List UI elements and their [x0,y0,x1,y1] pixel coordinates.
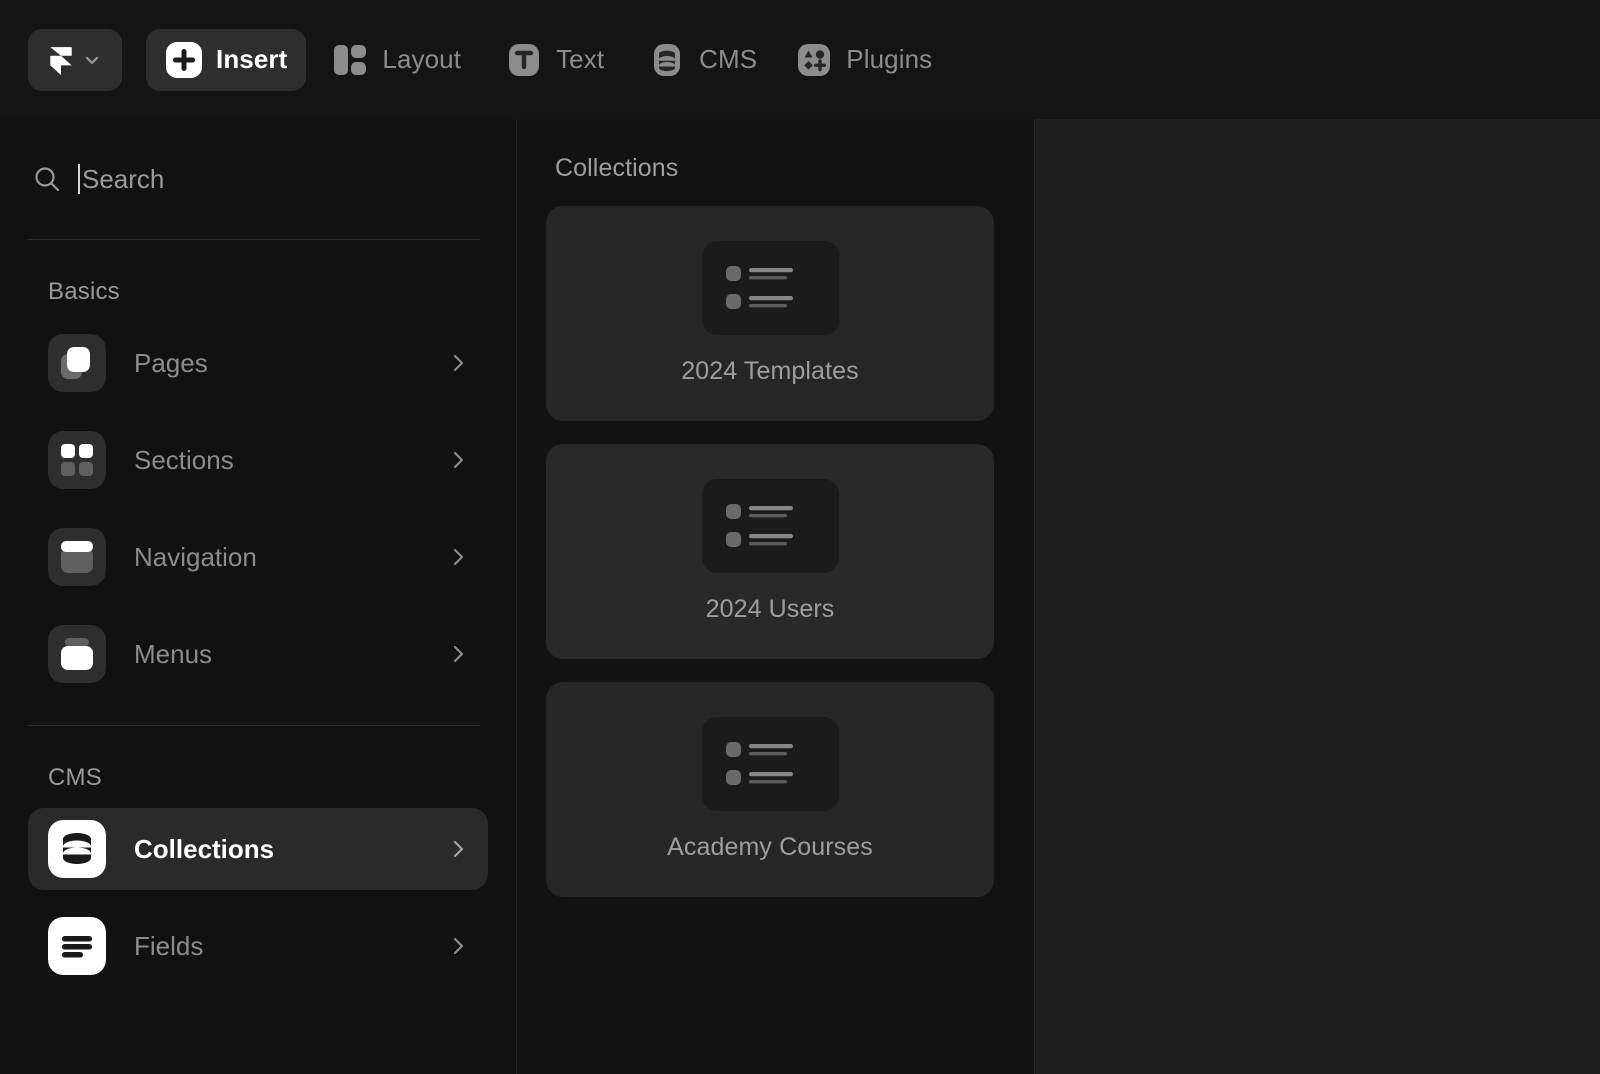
sidebar-label-fields: Fields [134,931,446,962]
menus-icon [48,625,106,683]
chevron-down-icon [82,50,102,70]
toolbar-item-plugins[interactable]: Plugins [776,29,951,91]
sidebar-label-collections: Collections [134,834,446,865]
search-placeholder: Search [82,164,164,195]
sidebar-item-fields[interactable]: Fields [28,905,488,987]
plugins-icon [795,41,833,79]
collections-panel: Collections 2024 Templates [518,119,1035,1074]
collection-list-icon [720,258,820,318]
navigation-icon [48,528,106,586]
framer-logo [48,45,74,75]
chevron-right-icon [446,642,470,666]
collection-list-icon [720,734,820,794]
collection-card-label: Academy Courses [667,833,873,862]
collection-card-label: 2024 Users [706,595,835,624]
chevron-right-icon [446,837,470,861]
chevron-right-icon [446,448,470,472]
search-input-wrap[interactable]: Search [78,164,164,195]
chevron-right-icon [446,351,470,375]
toolbar-label-plugins: Plugins [846,44,932,75]
collection-card-2024-templates[interactable]: 2024 Templates [546,206,994,421]
sidebar-item-menus[interactable]: Menus [28,613,488,695]
search-field[interactable]: Search [28,119,488,239]
collection-card-label: 2024 Templates [681,357,858,386]
plus-square-icon [165,41,203,79]
sidebar-heading-cms: CMS [28,726,488,808]
sidebar-item-sections[interactable]: Sections [28,419,488,501]
toolbar-item-layout[interactable]: Layout [312,29,480,91]
database-icon [648,41,686,79]
sidebar-label-menus: Menus [134,639,446,670]
design-canvas[interactable] [1036,119,1600,1074]
sidebar-label-sections: Sections [134,445,446,476]
layout-split-icon [331,41,369,79]
framer-logo-button[interactable] [28,29,122,91]
sidebar-label-navigation: Navigation [134,542,446,573]
sidebar-item-collections[interactable]: Collections [28,808,488,890]
toolbar-label-cms: CMS [699,44,757,75]
text-caret [78,164,80,194]
sections-icon [48,431,106,489]
search-icon [32,164,62,194]
pages-icon [48,334,106,392]
toolbar-item-cms[interactable]: CMS [629,29,776,91]
collection-card-thumbnail [702,479,839,573]
collections-icon [48,820,106,878]
collection-list-icon [720,496,820,556]
sidebar-item-pages[interactable]: Pages [28,322,488,404]
collection-card-thumbnail [702,241,839,335]
collection-card-2024-users[interactable]: 2024 Users [546,444,994,659]
sidebar-heading-basics: Basics [28,240,488,322]
sidebar-label-pages: Pages [134,348,446,379]
toolbar-label-insert: Insert [216,44,287,75]
toolbar-item-insert[interactable]: Insert [146,29,306,91]
toolbar-label-text: Text [556,44,604,75]
text-t-icon [505,41,543,79]
collections-panel-title: Collections [546,119,1006,183]
toolbar-item-text[interactable]: Text [486,29,623,91]
chevron-right-icon [446,545,470,569]
framer-logo-glyph [48,45,74,75]
collection-card-thumbnail [702,717,839,811]
top-toolbar: Insert Layout Text [0,0,1600,119]
toolbar-label-layout: Layout [382,44,461,75]
collection-card-academy-courses[interactable]: Academy Courses [546,682,994,897]
fields-icon [48,917,106,975]
chevron-right-icon [446,934,470,958]
sidebar-item-navigation[interactable]: Navigation [28,516,488,598]
insert-sidebar: Search Basics Pages [0,119,517,1074]
